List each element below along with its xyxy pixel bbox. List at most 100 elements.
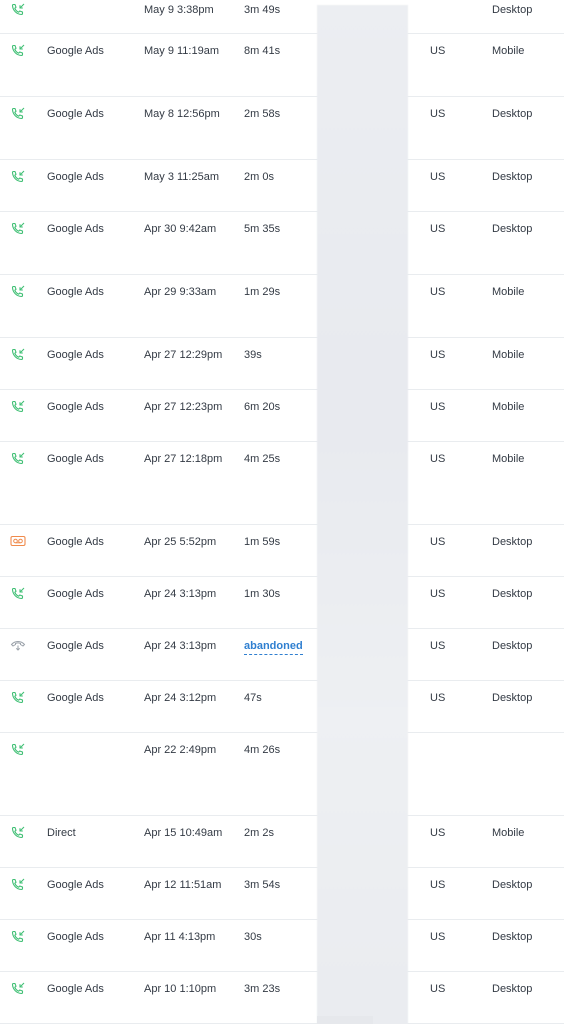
table-row[interactable]: Google Ads May 3 11:25am 2m 0s US Desktop [0,160,564,212]
call-source: Google Ads [47,108,104,120]
call-date: Apr 24 3:13pm [144,588,217,600]
incoming-call-icon [10,691,26,705]
table-row[interactable]: Google Ads Apr 27 12:18pm 4m 25s US Mobile [0,442,564,525]
incoming-call-icon [10,400,26,414]
call-date: May 3 11:25am [144,171,220,183]
call-duration: 1m 29s [244,286,281,298]
table-row[interactable]: Google Ads Apr 12 11:51am 3m 54s US Desktop [0,868,564,920]
call-source: Google Ads [47,223,104,235]
call-country: US [430,983,446,995]
call-duration: 47s [244,692,262,704]
call-country: US [430,692,446,704]
table-row[interactable]: Google Ads Apr 24 3:13pm abandoned US Deskto… [0,629,564,681]
table-row[interactable]: Google Ads Apr 29 9:33am 1m 29s US Mobile [0,275,564,338]
call-date: Apr 27 12:23pm [144,401,223,413]
incoming-call-icon [10,826,26,840]
incoming-call-icon [10,452,26,466]
table-row[interactable]: Direct Apr 15 10:49am 2m 2s US Mobile [0,816,564,868]
call-country: US [430,286,446,298]
call-country: US [430,223,446,235]
call-device: Desktop [492,879,533,891]
call-source: Direct [47,827,76,839]
table-row[interactable]: Apr 22 2:49pm 4m 26s [0,733,564,816]
call-source: Google Ads [47,45,104,57]
table-row[interactable]: May 9 3:38pm 3m 49s Desktop [0,0,564,34]
call-source: Google Ads [47,640,104,652]
voicemail-icon [10,535,26,549]
call-date: Apr 22 2:49pm [144,744,217,756]
call-duration: 2m 0s [244,171,274,183]
call-duration: 4m 26s [244,744,281,756]
call-date: Apr 12 11:51am [144,879,222,891]
call-device: Desktop [492,983,533,995]
incoming-call-icon [10,222,26,236]
call-device: Mobile [492,827,525,839]
call-source: Google Ads [47,401,104,413]
call-date: May 9 11:19am [144,45,220,57]
call-duration: 2m 2s [244,827,274,839]
call-source: Google Ads [47,536,104,548]
table-row[interactable]: Google Ads Apr 30 9:42am 5m 35s US Desktop [0,212,564,275]
call-device: Desktop [492,931,533,943]
table-row[interactable]: Google Ads Apr 24 3:13pm 1m 30s US Desktop [0,577,564,629]
call-device: Desktop [492,223,533,235]
table-row[interactable]: Google Ads Apr 25 5:52pm 1m 59s US Desktop [0,525,564,577]
call-device: Desktop [492,108,533,120]
call-source: Google Ads [47,286,104,298]
table-row[interactable]: Google Ads Apr 27 12:23pm 6m 20s US Mobile [0,390,564,442]
call-date: Apr 10 1:10pm [144,983,217,995]
call-country: US [430,453,446,465]
call-date: Apr 29 9:33am [144,286,217,298]
call-device: Mobile [492,286,525,298]
call-device: Desktop [492,692,533,704]
call-device: Desktop [492,4,533,16]
call-source: Google Ads [47,171,104,183]
call-date: May 8 12:56pm [144,108,220,120]
call-country: US [430,108,446,120]
call-date: Apr 11 4:13pm [144,931,216,943]
call-date: May 9 3:38pm [144,4,214,16]
call-date: Apr 30 9:42am [144,223,217,235]
incoming-call-icon [10,285,26,299]
call-device: Mobile [492,45,525,57]
call-duration: 2m 58s [244,108,281,120]
call-date: Apr 24 3:12pm [144,692,217,704]
table-row[interactable]: Google Ads May 8 12:56pm 2m 58s US Desktop [0,97,564,160]
call-duration: 5m 35s [244,223,281,235]
call-duration: 4m 25s [244,453,281,465]
call-device: Desktop [492,640,533,652]
call-device: Desktop [492,171,533,183]
call-country: US [430,401,446,413]
table-row[interactable]: Google Ads Apr 27 12:29pm 39s US Mobile [0,338,564,390]
table-row[interactable]: Google Ads Apr 24 3:12pm 47s US Desktop [0,681,564,733]
call-device: Desktop [492,588,533,600]
call-device: Mobile [492,453,525,465]
table-row[interactable]: Google Ads Apr 11 4:13pm 30s US Desktop [0,920,564,972]
call-duration: 1m 59s [244,536,281,548]
call-date: Apr 24 3:13pm [144,640,217,652]
call-duration: 1m 30s [244,588,281,600]
call-date: Apr 25 5:52pm [144,536,217,548]
call-source: Google Ads [47,983,104,995]
incoming-call-icon [10,878,26,892]
call-source: Google Ads [47,588,104,600]
call-date: Apr 27 12:18pm [144,453,223,465]
call-duration[interactable]: abandoned [244,640,303,655]
incoming-call-icon [10,3,26,17]
call-source: Google Ads [47,931,104,943]
table-row[interactable]: Google Ads Apr 10 1:10pm 3m 23s US Desktop [0,972,564,1024]
table-row[interactable]: Google Ads May 9 11:19am 8m 41s US Mobile [0,34,564,97]
call-country: US [430,588,446,600]
call-country: US [430,171,446,183]
call-date: Apr 27 12:29pm [144,349,223,361]
call-device: Desktop [492,536,533,548]
call-country: US [430,827,446,839]
call-duration: 3m 23s [244,983,281,995]
incoming-call-icon [10,930,26,944]
call-country: US [430,931,446,943]
call-country: US [430,536,446,548]
call-country: US [430,879,446,891]
call-date: Apr 15 10:49am [144,827,223,839]
call-source: Google Ads [47,879,104,891]
call-duration: 3m 49s [244,4,281,16]
